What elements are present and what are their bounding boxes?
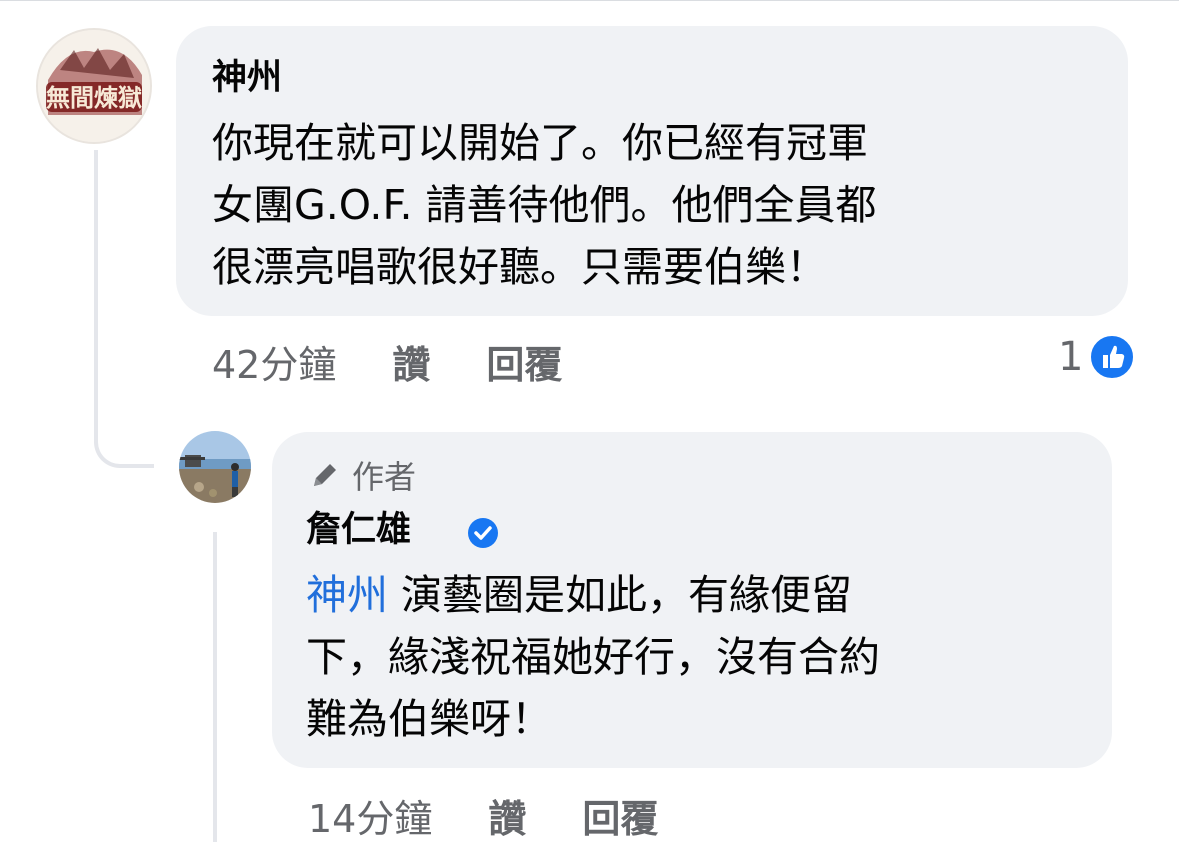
mention-link[interactable]: 神州: [306, 571, 388, 619]
verified-check-icon: [468, 518, 498, 548]
author-badge: 作者: [308, 455, 417, 496]
thread-connector-reply: [213, 532, 217, 842]
reply-button[interactable]: 回覆: [582, 788, 658, 843]
reaction-count: 1: [1058, 334, 1084, 380]
avatar[interactable]: 無間煉獄: [36, 28, 152, 144]
thread-connector: [94, 150, 154, 468]
pencil-icon: [314, 464, 336, 486]
comment-timestamp[interactable]: 42分鐘: [212, 334, 336, 389]
comment-author-name[interactable]: 神州: [212, 58, 282, 98]
reply-actions: 14分鐘 讚 回覆: [308, 788, 714, 843]
reply-author-name[interactable]: 詹仁雄: [306, 510, 411, 550]
reply-text: 神州 演藝圈是如此，有緣便留 下，緣淺祝福她好行，沒有合約 難為伯樂呀！: [306, 564, 880, 750]
like-button[interactable]: 讚: [488, 788, 526, 843]
reply-text-line: 下，緣淺祝福她好行，沒有合約: [306, 633, 880, 681]
comment-text-line: 很漂亮唱歌很好聽。只需要伯樂！: [212, 243, 827, 291]
top-divider: [0, 0, 1179, 1]
reply-text-segment: 演藝圈是如此，有緣便留: [388, 571, 853, 619]
avatar-logo-text: 無間煉獄: [46, 83, 142, 112]
like-button[interactable]: 讚: [392, 334, 430, 389]
avatar[interactable]: [179, 431, 251, 503]
reply-text-line: 難為伯樂呀！: [306, 695, 552, 743]
author-badge-label: 作者: [352, 458, 417, 496]
comment-text-line: 你現在就可以開始了。你已經有冠軍: [212, 119, 868, 167]
avatar-photo: [179, 431, 251, 503]
comment-actions: 42分鐘 讚 回覆: [212, 334, 618, 389]
reaction-summary[interactable]: 1: [1058, 334, 1136, 380]
thumbs-up-icon: [1089, 334, 1136, 380]
reply-button[interactable]: 回覆: [486, 334, 562, 389]
comment-text-line: 女團G.O.F. 請善待他們。他們全員都: [212, 181, 877, 229]
reply-timestamp[interactable]: 14分鐘: [308, 788, 432, 843]
avatar-logo-image: 無間煉獄: [38, 30, 150, 142]
reply-text-line: 神州 演藝圈是如此，有緣便留: [306, 564, 880, 626]
comment-text: 你現在就可以開始了。你已經有冠軍 女團G.O.F. 請善待他們。他們全員都 很漂…: [212, 112, 877, 298]
